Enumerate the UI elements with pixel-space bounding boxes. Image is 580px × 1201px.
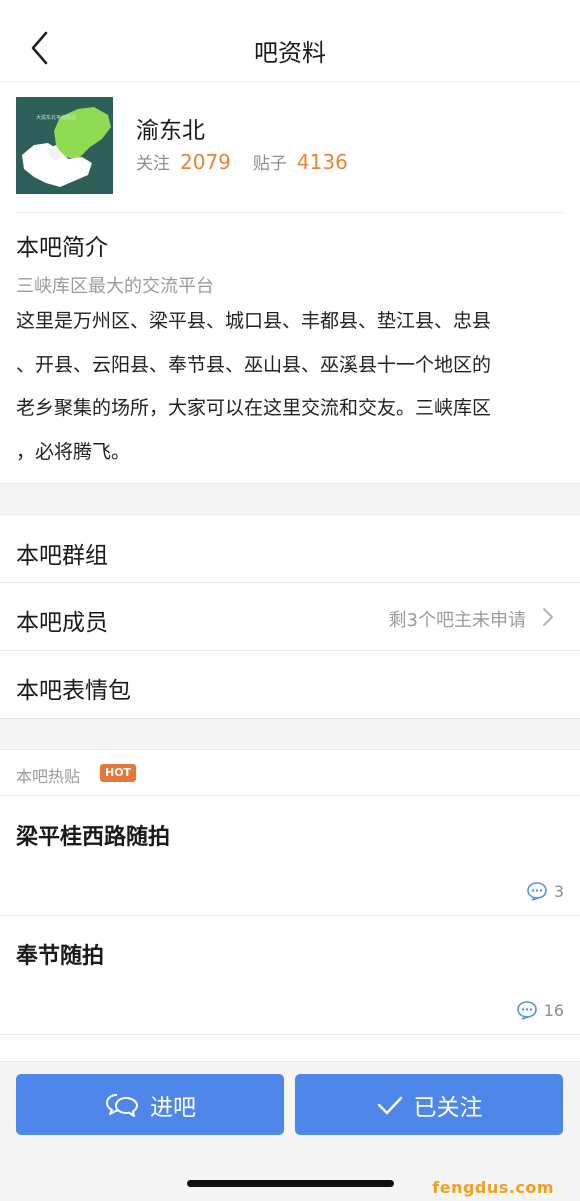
posts-count: 4136: [296, 150, 348, 174]
forum-stats: 关注 2079 贴子 4136: [136, 149, 348, 174]
intro-line: 、开县、云阳县、奉节县、巫山县、巫溪县十一个地区的: [16, 353, 492, 376]
hot-badge: HOT: [100, 764, 137, 782]
nav-bar: 吧资料: [0, 0, 580, 82]
intro-heading: 本吧简介: [16, 235, 108, 261]
comment-icon: [516, 1001, 537, 1020]
map-icon: [16, 97, 113, 194]
chevron-right-icon: [541, 606, 555, 628]
followed-label: 已关注: [413, 1094, 483, 1121]
hot-post-item[interactable]: 梁平桂西路随拍 3: [0, 797, 580, 917]
intro-line: 这里是万州区、梁平县、城口县、丰都县、垫江县、忠县: [16, 310, 492, 332]
forum-avatar: 大渝东北平台欢迎: [16, 97, 113, 194]
forum-groups-label: 本吧群组: [16, 543, 108, 569]
section-separator: [0, 718, 580, 750]
comment-count: 16: [516, 1000, 564, 1020]
intro-subtitle: 三峡库区最大的交流平台: [16, 276, 214, 297]
enter-forum-button[interactable]: 进吧: [16, 1074, 284, 1135]
forum-groups-row[interactable]: 本吧群组: [0, 516, 580, 583]
section-separator: [0, 483, 580, 515]
forum-members-label: 本吧成员: [16, 610, 108, 636]
intro-line: ，必将腾飞。: [16, 440, 131, 463]
hot-post-item[interactable]: 奉节随拍 16: [0, 916, 580, 1036]
followers-count: 2079: [180, 150, 231, 174]
divider: [16, 212, 564, 213]
post-title: 奉节随拍: [16, 944, 105, 969]
members-note: 剩3个吧主未申请: [388, 610, 526, 631]
checkmark-icon: [377, 1096, 402, 1114]
comment-count: 3: [526, 881, 564, 901]
hot-posts-header: 本吧热贴 HOT: [0, 750, 580, 796]
comment-count-value: 3: [553, 881, 564, 901]
divider: [0, 1034, 580, 1035]
intro-line: 老乡聚集的场所，大家可以在这里交流和交友。三峡库区: [16, 397, 492, 419]
watermark: fengdus.com: [432, 1178, 554, 1197]
intro-body: 这里是万州区、梁平县、城口县、丰都县、垫江县、忠县 、开县、云阳县、奉节县、巫山…: [16, 300, 564, 474]
forum-members-row[interactable]: 本吧成员 剩3个吧主未申请: [0, 583, 580, 650]
followers-label: 关注: [136, 154, 170, 174]
followed-button[interactable]: 已关注: [295, 1074, 563, 1135]
avatar-caption: 大渝东北平台欢迎: [36, 115, 77, 121]
comment-icon: [527, 882, 547, 901]
forum-info-page: 吧资料 大渝东北平台欢迎 渝东北 关注 2079 贴子 4136 本吧简介 三峡库区最…: [0, 0, 580, 1201]
forum-stickers-row[interactable]: 本吧表情包: [0, 651, 580, 718]
chat-bubbles-icon: [106, 1093, 138, 1117]
enter-forum-label: 进吧: [150, 1094, 196, 1121]
post-title: 梁平桂西路随拍: [16, 825, 171, 850]
forum-name: 渝东北: [136, 118, 205, 144]
hot-posts-title: 本吧热贴: [16, 767, 81, 786]
posts-label: 贴子: [252, 154, 287, 174]
forum-stickers-label: 本吧表情包: [16, 678, 131, 704]
home-indicator: [187, 1180, 394, 1187]
forum-profile: 大渝东北平台欢迎 渝东北 关注 2079 贴子 4136: [0, 82, 580, 213]
page-title: 吧资料: [254, 39, 326, 67]
comment-count-value: 16: [543, 1000, 564, 1020]
